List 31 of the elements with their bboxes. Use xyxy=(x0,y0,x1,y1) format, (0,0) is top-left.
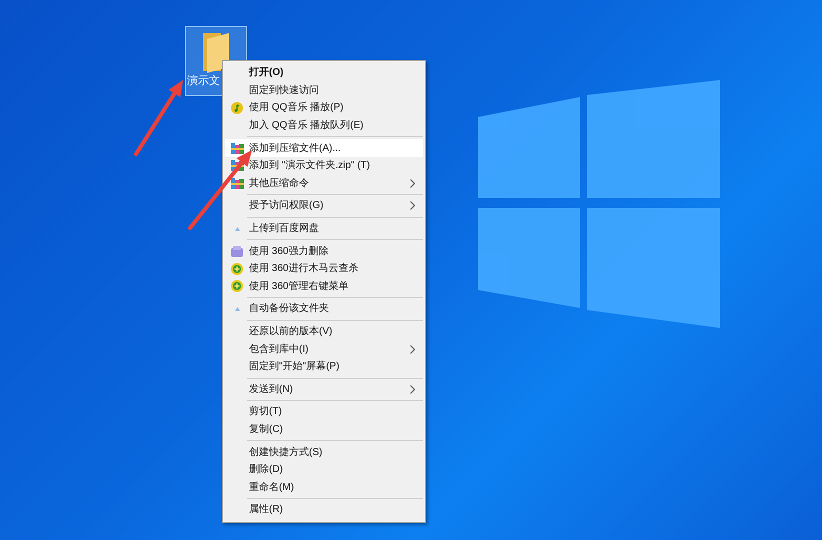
menu-item[interactable]: 使用 360强力删除 xyxy=(225,242,423,260)
menu-item[interactable]: 剪切(T) xyxy=(225,403,423,421)
menu-item[interactable]: 上传到百度网盘 xyxy=(225,220,423,238)
menu-item[interactable]: 使用 360进行木马云查杀 xyxy=(225,260,423,278)
menu-item[interactable]: 使用 QQ音乐 播放(P) xyxy=(225,99,423,117)
books-icon xyxy=(230,178,244,189)
shield-plus-icon xyxy=(231,280,243,292)
triangle-icon xyxy=(234,226,240,231)
menu-item[interactable]: 其他压缩命令 xyxy=(225,174,423,192)
menu-item[interactable]: 发送到(N) xyxy=(225,380,423,398)
menu-item[interactable]: 包含到库中(I) xyxy=(225,340,423,358)
menu-item[interactable]: 复制(C) xyxy=(225,420,423,438)
menu-item[interactable]: 属性(R) xyxy=(225,501,423,519)
folder-label: 演示文 xyxy=(186,74,220,89)
books-icon xyxy=(230,160,244,172)
books-icon xyxy=(230,142,244,154)
menu-item[interactable]: 授予访问权限(G) xyxy=(225,197,423,215)
menu-item[interactable]: 添加到压缩文件(A)... xyxy=(225,139,423,157)
menu-item[interactable]: 删除(D) xyxy=(225,460,423,478)
triangle-icon xyxy=(234,306,240,311)
menu-item[interactable]: 重命名(M) xyxy=(225,478,423,496)
eraser-icon xyxy=(231,246,243,257)
menu-item[interactable]: 还原以前的版本(V) xyxy=(225,322,423,340)
menu-item[interactable]: 使用 360管理右键菜单 xyxy=(225,278,423,296)
menu-item[interactable]: 创建快捷方式(S) xyxy=(225,443,423,461)
menu-item[interactable]: 添加到 "演示文件夹.zip" (T) xyxy=(225,156,423,175)
menu-item[interactable]: 加入 QQ音乐 播放队列(E) xyxy=(225,116,423,134)
music-disc-icon xyxy=(231,102,243,114)
menu-item[interactable]: 固定到"开始"屏幕(P) xyxy=(225,358,423,376)
menu-item[interactable]: 自动备份该文件夹 xyxy=(225,300,423,318)
shield-plus-icon xyxy=(231,262,243,275)
